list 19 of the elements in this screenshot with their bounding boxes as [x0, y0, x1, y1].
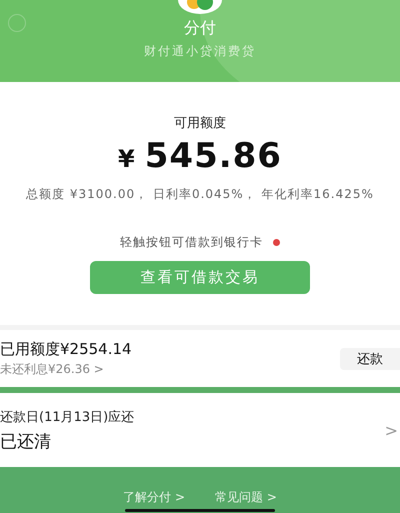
unpaid-interest-link[interactable]: 未还利息¥26.36 > — [0, 360, 132, 378]
repayment-status: 已还清 — [0, 430, 52, 452]
available-credit-label: 可用额度 — [174, 115, 226, 132]
currency-symbol: ¥ — [118, 145, 135, 173]
footer-link[interactable]: 了解分付 > — [123, 489, 185, 506]
borrow-hint: 轻触按钮可借款到银行卡 — [120, 234, 263, 251]
chevron-icon[interactable]: > — [384, 420, 398, 440]
ring-icon — [8, 14, 26, 32]
used-credit: 已用额度¥2554.14 — [0, 340, 132, 358]
app-subtitle: 财付通小贷消费贷 — [144, 43, 256, 60]
credit-terms: 总额度 ¥3100.00， 日利率0.045%， 年化利率16.425% — [25, 186, 375, 202]
logo-icon — [178, 0, 222, 14]
home-indicator[interactable] — [125, 509, 275, 512]
due-date-label: 还款日(11月13日)应还 — [0, 408, 134, 426]
repay-button[interactable]: 还款 — [340, 348, 400, 370]
view-loans-button[interactable]: 查看可借款交易 — [90, 261, 310, 294]
available-amount: 545.86 — [144, 136, 282, 176]
footer-link[interactable]: 常见问题 > — [215, 489, 277, 506]
app-title: 分付 — [184, 18, 216, 39]
